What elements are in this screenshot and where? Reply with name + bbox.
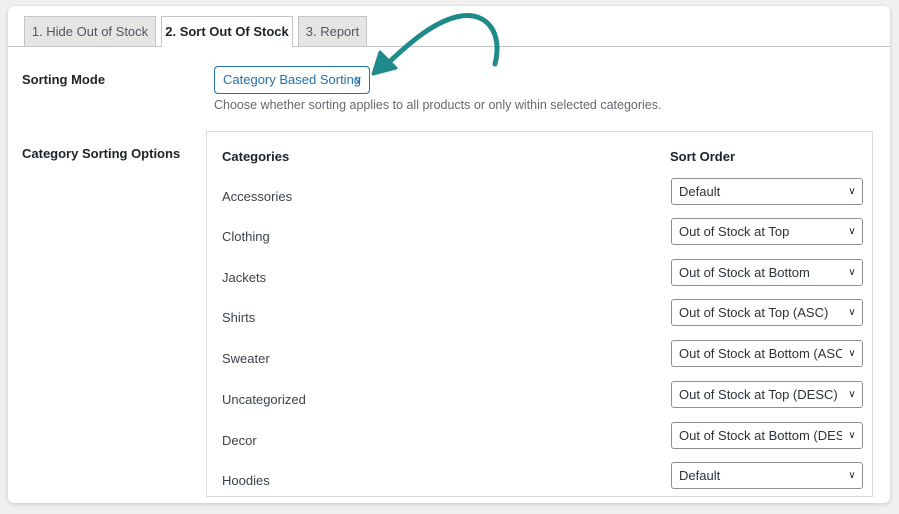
category-name: Accessories xyxy=(222,189,293,204)
settings-card: 1. Hide Out of Stock 2. Sort Out Of Stoc… xyxy=(8,6,890,503)
sort-order-value: Out of Stock at Bottom xyxy=(679,265,810,280)
sort-order-value: Out of Stock at Top xyxy=(679,224,790,239)
category-name: Clothing xyxy=(222,229,270,244)
sort-order-header: Sort Order xyxy=(670,149,736,164)
sort-order-select[interactable]: Out of Stock at Bottom (ASC) ∨ xyxy=(671,340,863,367)
sort-order-select[interactable]: Out of Stock at Bottom (DESC) ∨ xyxy=(671,422,863,449)
categories-header: Categories xyxy=(222,149,290,164)
chevron-down-icon: ∨ xyxy=(842,260,862,285)
category-sorting-options-label: Category Sorting Options xyxy=(22,146,181,161)
table-row: Decor Out of Stock at Bottom (DESC) ∨ xyxy=(207,422,872,462)
sorting-mode-label: Sorting Mode xyxy=(22,72,106,87)
sort-order-select[interactable]: Out of Stock at Bottom ∨ xyxy=(671,259,863,286)
sort-order-value: Default xyxy=(679,184,721,199)
chevron-down-icon: ∨ xyxy=(842,341,862,366)
sort-order-value: Default xyxy=(679,468,721,483)
table-row: Hoodies Default ∨ xyxy=(207,462,872,502)
category-name: Jackets xyxy=(222,270,267,285)
tab-hide-out-of-stock[interactable]: 1. Hide Out of Stock xyxy=(24,16,156,46)
sorting-mode-select[interactable]: Category Based Sorting ∨ xyxy=(214,66,370,94)
table-row: Jackets Out of Stock at Bottom ∨ xyxy=(207,259,872,299)
curved-arrow-icon xyxy=(371,13,500,76)
sorting-mode-value: Category Based Sorting xyxy=(223,72,362,87)
category-name: Hoodies xyxy=(222,473,270,488)
table-row: Shirts Out of Stock at Top (ASC) ∨ xyxy=(207,299,872,339)
category-name: Uncategorized xyxy=(222,392,306,407)
chevron-down-icon: ∨ xyxy=(842,179,862,204)
category-name: Decor xyxy=(222,433,257,448)
chevron-down-icon: ∨ xyxy=(842,219,862,244)
sort-order-value: Out of Stock at Top (DESC) xyxy=(679,387,838,402)
chevron-down-icon: ∨ xyxy=(842,463,862,488)
chevron-down-icon: ∨ xyxy=(842,423,862,448)
tab-report[interactable]: 3. Report xyxy=(298,16,367,46)
table-row: Clothing Out of Stock at Top ∨ xyxy=(207,218,872,258)
sort-order-select[interactable]: Out of Stock at Top (DESC) ∨ xyxy=(671,381,863,408)
tab-sort-out-of-stock[interactable]: 2. Sort Out Of Stock xyxy=(161,16,293,47)
sort-order-select[interactable]: Default ∨ xyxy=(671,178,863,205)
table-row: Accessories Default ∨ xyxy=(207,178,872,218)
chevron-down-icon: ∨ xyxy=(353,74,362,86)
sort-order-value: Out of Stock at Bottom (DESC) xyxy=(679,428,859,443)
sort-order-select[interactable]: Default ∨ xyxy=(671,462,863,489)
table-row: Uncategorized Out of Stock at Top (DESC)… xyxy=(207,381,872,421)
category-name: Sweater xyxy=(222,351,270,366)
chevron-down-icon: ∨ xyxy=(842,382,862,407)
chevron-down-icon: ∨ xyxy=(842,300,862,325)
table-row: Sweater Out of Stock at Bottom (ASC) ∨ xyxy=(207,340,872,380)
sort-order-select[interactable]: Out of Stock at Top ∨ xyxy=(671,218,863,245)
sort-order-value: Out of Stock at Bottom (ASC) xyxy=(679,346,849,361)
sort-order-select[interactable]: Out of Stock at Top (ASC) ∨ xyxy=(671,299,863,326)
sort-order-value: Out of Stock at Top (ASC) xyxy=(679,305,829,320)
category-name: Shirts xyxy=(222,310,256,325)
sorting-mode-description: Choose whether sorting applies to all pr… xyxy=(214,98,662,112)
category-sorting-table: Categories Sort Order Accessories Defaul… xyxy=(206,131,873,497)
